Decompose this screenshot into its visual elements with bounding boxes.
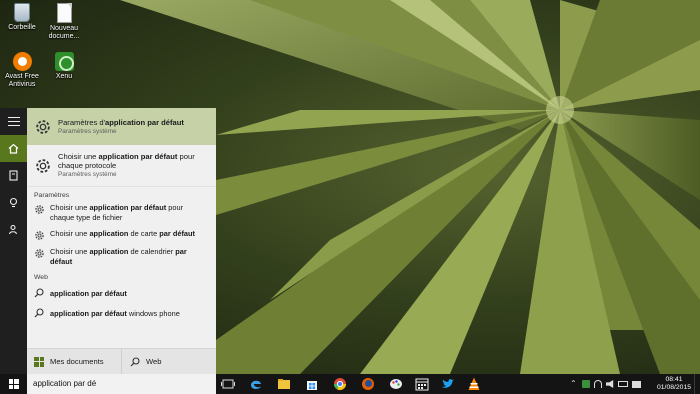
task-view-icon[interactable] [220,376,236,392]
windows-logo-icon [34,356,44,367]
edge-icon[interactable] [248,376,264,392]
best-match-subtitle: Paramètres système [58,127,117,135]
scope-web-button[interactable]: Web [122,349,161,374]
start-button[interactable] [0,374,27,394]
twitter-icon[interactable] [440,376,456,392]
desktop-icon-label: Corbeille [8,24,36,31]
search-icon [34,308,44,318]
settings-gear-icon [36,119,50,134]
network-icon[interactable] [594,380,602,388]
settings-item-text: Choisir une application par défaut pour [50,203,184,212]
web-suggestion-text: application par défaut [50,288,127,298]
file-explorer-icon[interactable] [276,376,292,392]
paint-icon[interactable] [388,376,404,392]
firefox-icon[interactable] [360,376,376,392]
recycle-bin-icon [14,3,30,22]
menu-button[interactable] [0,108,27,135]
system-tray: ⌃ [570,374,645,394]
result-protocol-defaults[interactable]: Choisir une application par défaut pour … [27,145,216,187]
start-left-rail [0,108,27,374]
desktop-icon-new-document[interactable]: Nouveau docume... [42,3,86,41]
calendar-icon[interactable] [414,376,430,392]
notebook-button[interactable] [0,162,27,189]
result-title-line2: chaque protocole [58,161,117,170]
avast-icon [12,52,32,71]
desktop-icon-recycle-bin[interactable]: Corbeille [0,3,44,32]
show-desktop-button[interactable] [694,374,700,394]
search-scope-bar: Mes documents Web [27,348,216,374]
web-suggestion[interactable]: application par défaut windows phone [27,303,216,323]
feedback-button[interactable] [0,216,27,243]
web-section-header: Web [34,274,48,281]
store-icon[interactable] [304,376,320,392]
scope-my-stuff-label: Mes documents [50,357,104,366]
search-icon [34,288,44,298]
xenu-icon [54,52,74,71]
lightbulb-button[interactable] [0,189,27,216]
taskbar: application par dé ⌃ 08:41 01/08/2015 [0,374,700,394]
home-icon [8,143,19,154]
settings-gear-icon [35,249,44,258]
menu-icon [7,117,20,126]
settings-item-text: Choisir une application de calendrier pa… [50,247,187,256]
settings-item-text-line2: chaque type de fichier [50,213,123,222]
web-suggestion-text: application par défaut windows phone [50,308,180,318]
app-tray-icon[interactable] [582,380,590,388]
settings-gear-icon [35,231,44,240]
best-match-result[interactable]: Paramètres d'application par défaut Para… [27,108,216,145]
clock-date: 01/08/2015 [657,384,692,391]
search-icon [130,356,140,366]
scope-my-stuff-button[interactable]: Mes documents [27,349,122,374]
taskbar-search-input[interactable]: application par dé [27,374,216,394]
web-suggestion[interactable]: application par défaut [27,283,216,303]
settings-section-header: Paramètres [34,192,70,199]
home-button[interactable] [0,135,27,162]
chevron-up-icon[interactable]: ⌃ [570,380,578,388]
settings-item-text: Choisir une application de carte par déf… [50,229,195,238]
desktop-icon-label: Nouveau docume... [48,25,80,40]
search-query-text: application par dé [33,379,97,388]
result-subtitle: Paramètres système [58,171,117,178]
chrome-icon[interactable] [332,376,348,392]
settings-gear-icon [35,205,44,214]
scope-web-label: Web [146,357,162,366]
settings-gear-icon [36,158,50,173]
settings-item-file-type[interactable]: Choisir une application par défaut pour … [27,201,216,225]
clock-time: 08:41 [665,376,683,383]
message-icon[interactable] [632,380,641,388]
windows-logo-icon [8,379,19,389]
settings-item-text-line2: défaut [50,257,73,266]
feedback-icon [8,224,18,235]
search-results-panel: Paramètres d'application par défaut Para… [27,108,216,348]
clock[interactable]: 08:41 01/08/2015 [657,376,691,392]
desktop-icon-label: Xenu [55,73,73,80]
settings-item-calendar[interactable]: Choisir une application de calendrier pa… [27,245,216,269]
volume-icon[interactable] [606,380,614,388]
battery-icon[interactable] [618,381,628,387]
best-match-title: Paramètres d'application par défaut [58,117,184,127]
result-title: Choisir une application par défaut pour [58,152,195,161]
notebook-icon [9,170,18,181]
vlc-icon[interactable] [466,376,482,392]
desktop-icon-xenu[interactable]: Xenu [42,52,86,81]
settings-item-map[interactable]: Choisir une application de carte par déf… [27,225,216,245]
document-icon [56,3,72,23]
lightbulb-icon [9,197,18,208]
desktop-icon-label: Avast Free Antivirus [5,73,39,88]
desktop-icon-avast[interactable]: Avast Free Antivirus [0,52,44,89]
